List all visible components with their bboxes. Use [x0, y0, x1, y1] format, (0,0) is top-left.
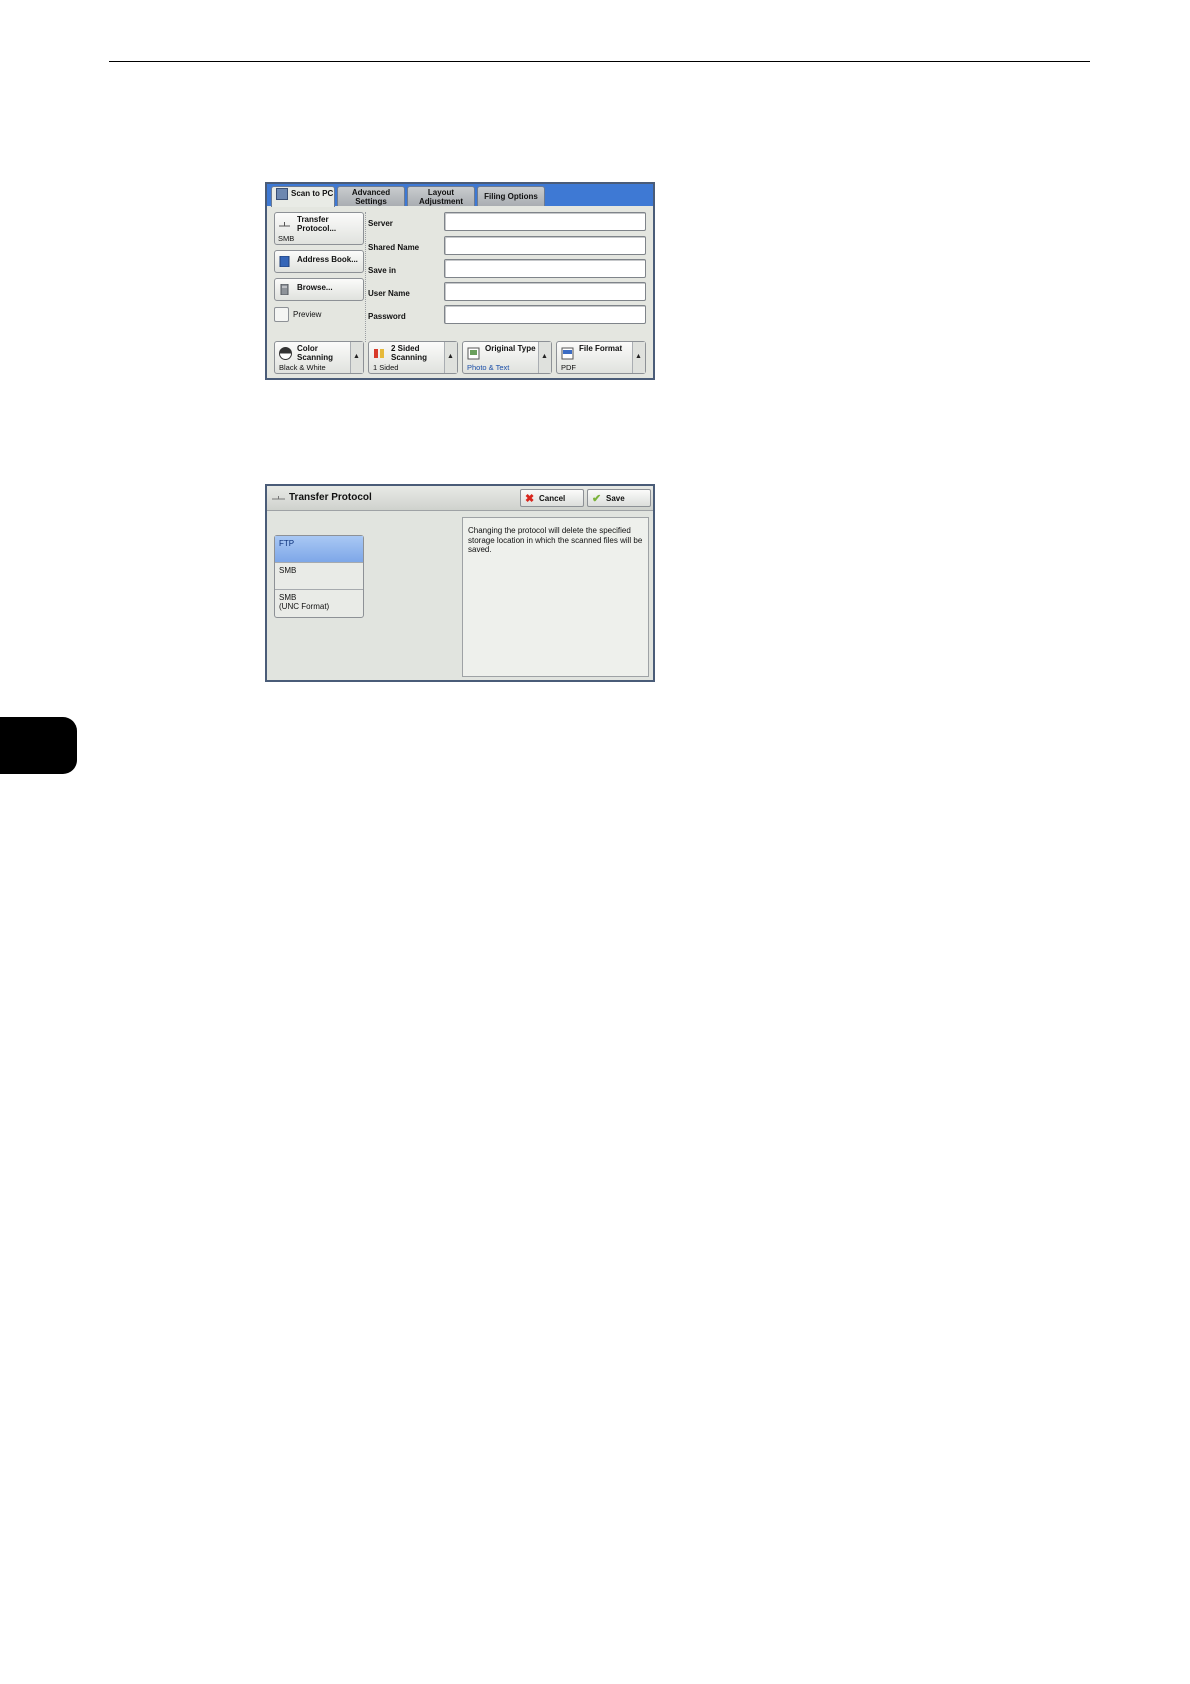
address-book-icon	[279, 256, 290, 267]
shared-name-field[interactable]	[444, 236, 646, 255]
password-field[interactable]	[444, 305, 646, 324]
transfer-protocol-icon	[279, 222, 290, 227]
address-book-button[interactable]: Address Book...	[274, 250, 364, 273]
close-icon: ✖	[525, 493, 535, 505]
scan-to-pc-screen: Scan to PC Advanced Settings Layout Adju…	[265, 182, 655, 380]
color-scanning-icon	[279, 347, 292, 360]
color-scanning-scroll[interactable]: ▲	[350, 342, 363, 373]
two-sided-scroll[interactable]: ▲	[444, 342, 457, 373]
transfer-protocol-button[interactable]: Transfer Protocol... SMB	[274, 212, 364, 245]
chapter-tab	[0, 717, 77, 774]
file-format-icon	[561, 347, 574, 360]
screen-title: Transfer Protocol	[289, 492, 372, 503]
triangle-up-icon: ▲	[541, 353, 548, 360]
original-type-button[interactable]: Original Type Photo & Text ▲	[462, 341, 552, 374]
preview-label: Preview	[293, 310, 322, 319]
server-field[interactable]	[444, 212, 646, 231]
scan-to-pc-icon	[276, 188, 288, 200]
option-smb[interactable]: SMB	[275, 563, 363, 590]
server-label: Server	[368, 219, 393, 228]
user-name-field[interactable]	[444, 282, 646, 301]
file-format-scroll[interactable]: ▲	[632, 342, 645, 373]
cancel-button[interactable]: ✖ Cancel	[520, 489, 584, 507]
divider	[365, 212, 366, 342]
two-sided-scanning-button[interactable]: 2 Sided Scanning 1 Sided ▲	[368, 341, 458, 374]
check-icon: ✔	[592, 493, 602, 505]
option-ftp[interactable]: FTP	[275, 536, 363, 563]
save-button[interactable]: ✔ Save	[587, 489, 651, 507]
tab-layout-adjustment[interactable]: Layout Adjustment	[407, 186, 475, 206]
transfer-protocol-screen: Transfer Protocol ✖ Cancel ✔ Save FTP SM…	[265, 484, 655, 682]
preview-checkbox[interactable]	[274, 307, 289, 322]
triangle-up-icon: ▲	[635, 353, 642, 360]
original-type-icon	[467, 347, 480, 360]
triangle-up-icon: ▲	[447, 353, 454, 360]
original-type-scroll[interactable]: ▲	[538, 342, 551, 373]
option-smb-unc[interactable]: SMB (UNC Format)	[275, 590, 363, 617]
tab-advanced-settings[interactable]: Advanced Settings	[337, 186, 405, 206]
user-name-label: User Name	[368, 289, 410, 298]
title-bar: Transfer Protocol ✖ Cancel ✔ Save	[267, 486, 653, 511]
tab-filing-options[interactable]: Filing Options	[477, 186, 545, 206]
header-rule	[109, 61, 1090, 62]
server-icon	[280, 284, 289, 295]
tab-scan-to-pc[interactable]: Scan to PC	[271, 186, 335, 207]
protocol-options: FTP SMB SMB (UNC Format)	[274, 535, 364, 618]
shared-name-label: Shared Name	[368, 243, 420, 252]
triangle-up-icon: ▲	[353, 353, 360, 360]
browse-button[interactable]: Browse...	[274, 278, 364, 301]
save-in-field[interactable]	[444, 259, 646, 278]
save-in-label: Save in	[368, 266, 397, 275]
transfer-protocol-icon	[272, 496, 285, 500]
two-sided-icon	[374, 349, 384, 358]
file-format-button[interactable]: File Format PDF ▲	[556, 341, 646, 374]
protocol-note: Changing the protocol will delete the sp…	[462, 517, 649, 677]
tab-bar: Scan to PC Advanced Settings Layout Adju…	[267, 184, 653, 207]
password-label: Password	[368, 312, 406, 321]
color-scanning-button[interactable]: Color Scanning Black & White ▲	[274, 341, 364, 374]
